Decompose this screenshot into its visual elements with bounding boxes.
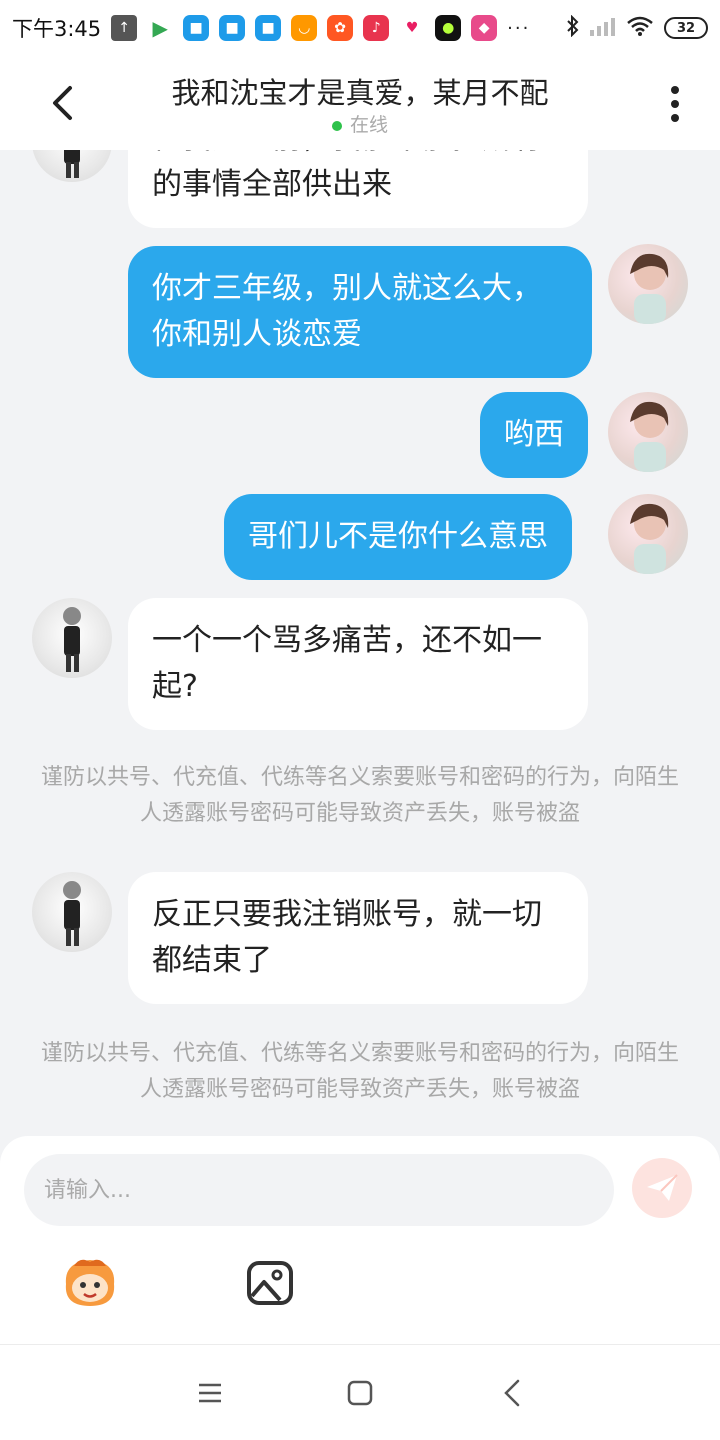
upload-icon: ↑: [111, 15, 138, 41]
security-notice: 谨防以共号、代充值、代练等名义索要账号和密码的行为，向陌生人透露账号密码可能导致…: [40, 1041, 679, 1102]
menu-dot: [671, 114, 679, 122]
message-bubble-incoming[interactable]: 在我死之前，我能不能把所有 的事情全部供出来: [128, 150, 588, 228]
message-text-partial: 在我死之前，我能不能把所有: [152, 150, 564, 162]
message-text: 哟西: [504, 417, 564, 452]
recent-apps-button[interactable]: [190, 1375, 230, 1411]
message-list[interactable]: 在我死之前，我能不能把所有 的事情全部供出来 你才三年级，别人就这么大，你和别人…: [0, 150, 720, 1136]
notification-icons: ↑ ▶ ■ ■ ■ ◡ ✿ ♪ ♥ ● ◆ ···: [111, 15, 530, 41]
message-bubble-incoming[interactable]: 一个一个骂多痛苦，还不如一起?: [128, 598, 588, 730]
play-store-icon: ▶: [147, 15, 174, 41]
message-text: 一个一个骂多痛苦，还不如一起?: [152, 623, 542, 704]
online-dot: [331, 120, 342, 131]
message-bubble-outgoing[interactable]: 你才三年级，别人就这么大，你和别人谈恋爱: [128, 246, 592, 378]
menu-dot: [671, 86, 679, 94]
character-avatar-icon: [63, 881, 81, 946]
square-icon: [347, 1380, 373, 1406]
status-time: 下午3:45: [12, 17, 102, 41]
online-status: 在线: [110, 110, 610, 137]
message-text: 反正只要我注销账号，就一切都结束了: [152, 897, 542, 978]
mascot-emoji-icon: [65, 1259, 115, 1306]
online-status-label: 在线: [349, 114, 388, 136]
app-icon-1: ■: [183, 15, 210, 41]
message-bubble-incoming[interactable]: 反正只要我注销账号，就一切都结束了: [128, 872, 588, 1004]
chevron-left-icon: [53, 86, 72, 120]
system-back-button[interactable]: [492, 1375, 532, 1411]
tiktok-icon: ♪: [363, 15, 390, 41]
chat-header: 我和沈宝才是真爱，某月不配 在线: [0, 56, 720, 150]
message-text: 你才三年级，别人就这么大，你和别人谈恋爱: [152, 271, 542, 352]
menu-lines-icon: [199, 1383, 221, 1403]
home-button[interactable]: [340, 1375, 380, 1411]
menu-dot: [671, 100, 679, 108]
more-notifications-icon: ···: [507, 17, 531, 39]
security-notice: 谨防以共号、代充值、代练等名义索要账号和密码的行为，向陌生人透露账号密码可能导致…: [40, 765, 679, 826]
app-icon-6: ♥: [399, 15, 426, 41]
message-input[interactable]: [24, 1154, 614, 1226]
battery-icon: 32: [664, 17, 708, 39]
character-avatar-icon: [64, 150, 80, 178]
send-button[interactable]: [632, 1158, 692, 1218]
system-nav-bar: [0, 1344, 720, 1440]
avatar[interactable]: [608, 244, 688, 324]
user-avatar-icon: [630, 401, 669, 472]
back-button[interactable]: [40, 78, 84, 128]
avatar[interactable]: [608, 392, 688, 472]
app-icon-3: ■: [255, 15, 282, 41]
character-avatar-icon: [63, 607, 81, 672]
avatar[interactable]: [608, 494, 688, 574]
bluetooth-icon: [566, 14, 580, 42]
more-menu-button[interactable]: [660, 82, 690, 126]
app-icon-8: ◆: [471, 15, 498, 41]
avatar[interactable]: [32, 150, 112, 182]
status-bar: 下午3:45 ↑ ▶ ■ ■ ■ ◡ ✿ ♪ ♥ ● ◆ ··· 32: [0, 0, 720, 56]
app-icon-5: ✿: [327, 15, 354, 41]
user-avatar-icon: [630, 253, 669, 324]
avatar[interactable]: [32, 872, 112, 952]
input-panel: [0, 1136, 720, 1344]
wifi-icon: [626, 16, 654, 41]
paper-plane-icon: [647, 1174, 678, 1201]
avatar[interactable]: [32, 598, 112, 678]
chevron-left-icon: [504, 1379, 520, 1407]
message-bubble-outgoing[interactable]: 哥们儿不是你什么意思: [224, 494, 572, 580]
app-icon-4: ◡: [291, 15, 318, 41]
message-bubble-outgoing[interactable]: 哟西: [480, 392, 588, 478]
user-avatar-icon: [630, 503, 669, 574]
image-icon: [247, 1261, 293, 1305]
image-button[interactable]: [246, 1260, 294, 1306]
message-text: 哥们儿不是你什么意思: [248, 519, 548, 554]
emoji-button[interactable]: [60, 1254, 120, 1310]
chat-title: 我和沈宝才是真爱，某月不配: [171, 76, 549, 110]
message-text: 的事情全部供出来: [152, 167, 392, 202]
signal-icon: [590, 16, 616, 41]
app-icon-7: ●: [435, 15, 462, 41]
app-icon-2: ■: [219, 15, 246, 41]
